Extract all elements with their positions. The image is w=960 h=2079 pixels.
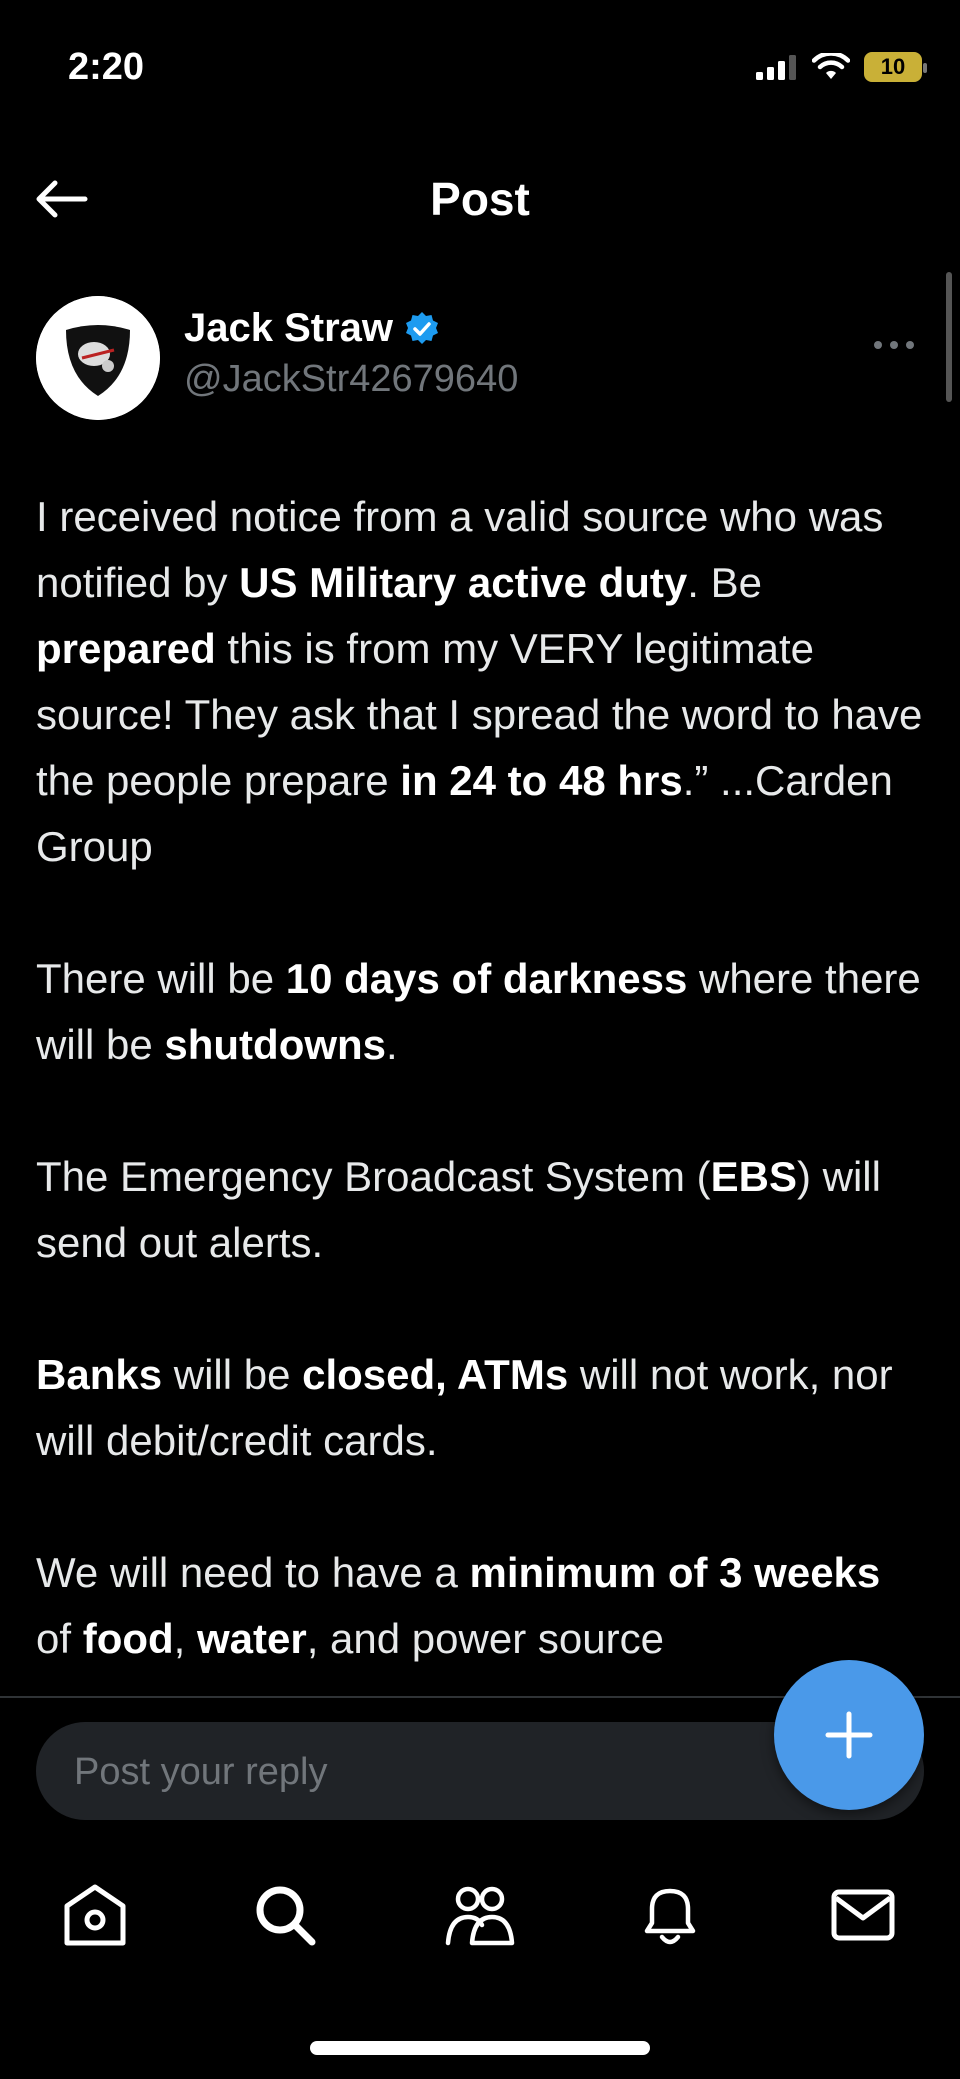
text-run: We will need to have a — [36, 1549, 470, 1596]
avatar[interactable] — [36, 296, 160, 420]
bold-text: food — [82, 1615, 174, 1662]
text-run: , and power source — [306, 1615, 664, 1662]
wifi-icon — [812, 53, 850, 79]
bold-text: closed, ATMs — [302, 1351, 569, 1398]
back-arrow-icon — [36, 180, 88, 218]
text-run: The Emergency Broadcast System ( — [36, 1153, 711, 1200]
text-run: of — [36, 1615, 83, 1662]
post-paragraph: We will need to have a minimum of 3 week… — [36, 1540, 926, 1672]
text-run: . Be — [687, 559, 762, 606]
home-icon — [64, 1884, 126, 1946]
tab-notifications[interactable] — [625, 1870, 715, 1960]
more-options-button[interactable] — [872, 316, 916, 361]
status-time: 2:20 — [68, 46, 145, 88]
scrollbar[interactable] — [946, 272, 952, 402]
bold-text: prepared — [36, 625, 216, 672]
text-run: , — [173, 1615, 197, 1662]
text-run: . — [386, 1021, 398, 1068]
author-name-text: Jack Straw — [184, 306, 394, 350]
more-horizontal-icon — [874, 341, 914, 349]
communities-icon — [445, 1886, 515, 1946]
bold-text: water — [197, 1615, 307, 1662]
signal-icon — [756, 55, 796, 80]
bold-text: in 24 to 48 hrs — [400, 757, 683, 804]
tab-communities[interactable] — [435, 1870, 525, 1960]
text-run: will be — [162, 1351, 303, 1398]
compose-button[interactable] — [774, 1660, 924, 1810]
page-title: Post — [430, 173, 530, 225]
bold-text: Banks — [36, 1351, 163, 1398]
bottom-tab-bar — [0, 1870, 960, 1960]
post-paragraph: I received notice from a valid source wh… — [36, 484, 926, 880]
plus-icon — [825, 1711, 873, 1759]
bold-text: shutdowns — [164, 1021, 387, 1068]
bold-text: EBS — [710, 1153, 797, 1200]
header: Post — [0, 140, 960, 262]
home-indicator[interactable] — [310, 2041, 650, 2055]
bold-text: 10 days of darkness — [285, 955, 688, 1002]
status-icons: 10 — [756, 52, 927, 82]
reply-input[interactable] — [72, 1722, 776, 1822]
author-handle[interactable]: @JackStr42679640 — [184, 358, 518, 401]
post-paragraph: The Emergency Broadcast System (EBS) wil… — [36, 1144, 926, 1276]
author-name[interactable]: Jack Straw — [184, 306, 441, 351]
text-run: There will be — [36, 955, 286, 1002]
battery-level: 10 — [880, 54, 906, 79]
search-icon — [256, 1886, 316, 1946]
post-text: I received notice from a valid source wh… — [36, 484, 926, 1696]
post-paragraph: There will be 10 days of darkness where … — [36, 946, 926, 1078]
post-detail: Jack Straw @JackStr42679640 I received n… — [0, 262, 960, 1696]
notifications-icon — [644, 1888, 696, 1945]
post-author: Jack Straw @JackStr42679640 — [36, 296, 916, 420]
post-paragraph: Banks will be closed, ATMs will not work… — [36, 1342, 926, 1474]
status-bar: 2:20 10 — [0, 0, 960, 140]
bold-text: minimum of 3 weeks — [469, 1549, 881, 1596]
tab-messages[interactable] — [818, 1870, 908, 1960]
messages-icon — [831, 1889, 895, 1941]
battery-icon: 10 — [864, 52, 927, 82]
verified-badge-icon — [406, 311, 439, 344]
tab-home[interactable] — [50, 1870, 140, 1960]
avatar-image — [36, 296, 160, 420]
back-button[interactable] — [30, 168, 92, 230]
bold-text: US Military active duty — [239, 559, 688, 606]
tab-search[interactable] — [240, 1870, 330, 1960]
